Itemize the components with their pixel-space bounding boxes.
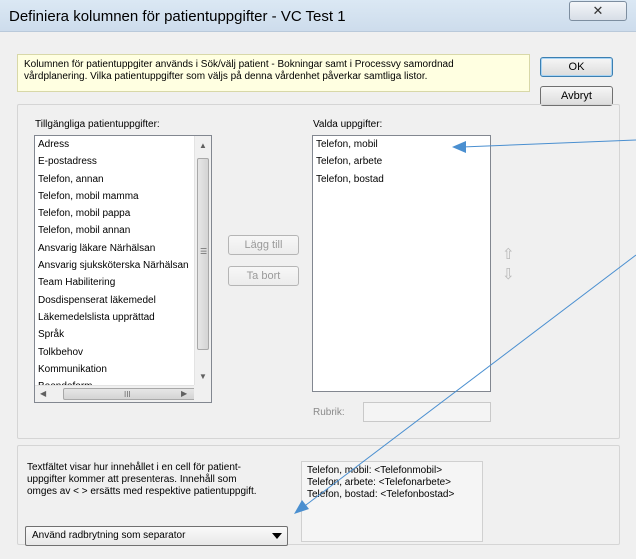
remove-button[interactable]: Ta bort bbox=[228, 266, 299, 286]
format-line-3: Telefon, bostad: <Telefonbostad> bbox=[307, 489, 455, 500]
format-description: Textfältet visar hur innehållet i en cel… bbox=[27, 462, 297, 498]
info-message: Kolumnen för patientuppgiter används i S… bbox=[17, 54, 530, 92]
close-icon: ✕ bbox=[592, 3, 604, 18]
available-list-item[interactable]: Kommunikation bbox=[35, 361, 211, 378]
available-horizontal-scrollbar[interactable]: ◀ III ▶ bbox=[35, 385, 203, 402]
description-line-1: Textfältet visar hur innehållet i en cel… bbox=[27, 462, 241, 473]
available-list-item[interactable]: Telefon, annan bbox=[35, 171, 211, 188]
info-line-2: vårdplanering. Vilka patientuppgifter so… bbox=[24, 71, 428, 82]
available-list-item[interactable]: Telefon, mobil mamma bbox=[35, 188, 211, 205]
available-list-item[interactable]: Ansvarig läkare Närhälsan bbox=[35, 240, 211, 257]
rubrik-input[interactable] bbox=[363, 402, 491, 422]
title-bar: Definiera kolumnen för patientuppgifter … bbox=[0, 0, 636, 32]
add-button[interactable]: Lägg till bbox=[228, 235, 299, 255]
selected-list-item[interactable]: Telefon, arbete bbox=[313, 153, 490, 170]
available-list-item[interactable]: Adress bbox=[35, 136, 211, 153]
vertical-scroll-thumb[interactable]: ☰ bbox=[197, 158, 209, 350]
selected-listbox[interactable]: Telefon, mobil Telefon, arbete Telefon, bo… bbox=[312, 135, 491, 392]
available-list-item[interactable]: Tolkbehov bbox=[35, 344, 211, 361]
chevron-down-icon bbox=[272, 533, 282, 539]
selected-list-label: Valda uppgifter: bbox=[313, 119, 383, 130]
move-up-arrow-icon[interactable]: ⇧ bbox=[502, 245, 515, 263]
description-line-2: uppgifter kommer att presenteras. Innehå… bbox=[27, 474, 237, 485]
info-line-1: Kolumnen för patientuppgiter används i S… bbox=[24, 59, 454, 70]
scroll-down-arrow-icon[interactable]: ▼ bbox=[199, 372, 207, 382]
rubrik-label: Rubrik: bbox=[313, 407, 345, 418]
format-preview-textfield[interactable]: Telefon, mobil: <Telefonmobil> Telefon, … bbox=[301, 461, 483, 542]
available-vertical-scrollbar[interactable]: ▲ ☰ ▼ bbox=[194, 136, 211, 385]
thumb-grip-icon: ☰ bbox=[200, 247, 208, 256]
selected-list-item[interactable]: Telefon, bostad bbox=[313, 171, 490, 188]
available-list-item[interactable]: Dosdispenserat läkemedel bbox=[35, 292, 211, 309]
available-listbox[interactable]: Adress E-postadress Telefon, annan Telefon,… bbox=[34, 135, 212, 403]
window-title: Definiera kolumnen för patientuppgifter … bbox=[9, 8, 346, 25]
available-list-label: Tillgängliga patientuppgifter: bbox=[35, 119, 160, 130]
selected-list-item[interactable]: Telefon, mobil bbox=[313, 136, 490, 153]
separator-selected-value: Använd radbrytning som separator bbox=[32, 530, 186, 541]
available-list-item[interactable]: Språk bbox=[35, 326, 211, 343]
scroll-left-arrow-icon[interactable]: ◀ bbox=[40, 389, 46, 399]
available-list-item[interactable]: Telefon, mobil annan bbox=[35, 222, 211, 239]
available-list-item[interactable]: Läkemedelslista upprättad bbox=[35, 309, 211, 326]
close-button[interactable]: ✕ bbox=[569, 1, 627, 21]
available-list-item[interactable]: E-postadress bbox=[35, 153, 211, 170]
cancel-button[interactable]: Avbryt bbox=[540, 86, 613, 106]
scroll-corner bbox=[194, 385, 211, 402]
available-list-item[interactable]: Team Habilitering bbox=[35, 274, 211, 291]
move-down-arrow-icon[interactable]: ⇩ bbox=[502, 265, 515, 283]
description-line-3: omges av < > ersätts med respektive pati… bbox=[27, 486, 257, 497]
separator-dropdown[interactable]: Använd radbrytning som separator bbox=[25, 526, 288, 546]
scroll-up-arrow-icon[interactable]: ▲ bbox=[199, 141, 207, 151]
format-line-2: Telefon, arbete: <Telefonarbete> bbox=[307, 477, 451, 488]
format-line-1: Telefon, mobil: <Telefonmobil> bbox=[307, 465, 443, 476]
selected-items: Telefon, mobil Telefon, arbete Telefon, bo… bbox=[313, 136, 490, 188]
h-thumb-grip-icon: III bbox=[124, 390, 131, 399]
available-items: Adress E-postadress Telefon, annan Telefon,… bbox=[35, 136, 211, 402]
ok-button[interactable]: OK bbox=[540, 57, 613, 77]
available-list-item[interactable]: Telefon, mobil pappa bbox=[35, 205, 211, 222]
scroll-right-arrow-icon[interactable]: ▶ bbox=[181, 389, 187, 399]
dialog-window: Definiera kolumnen för patientuppgifter … bbox=[0, 0, 636, 559]
available-list-item[interactable]: Ansvarig sjuksköterska Närhälsan bbox=[35, 257, 211, 274]
